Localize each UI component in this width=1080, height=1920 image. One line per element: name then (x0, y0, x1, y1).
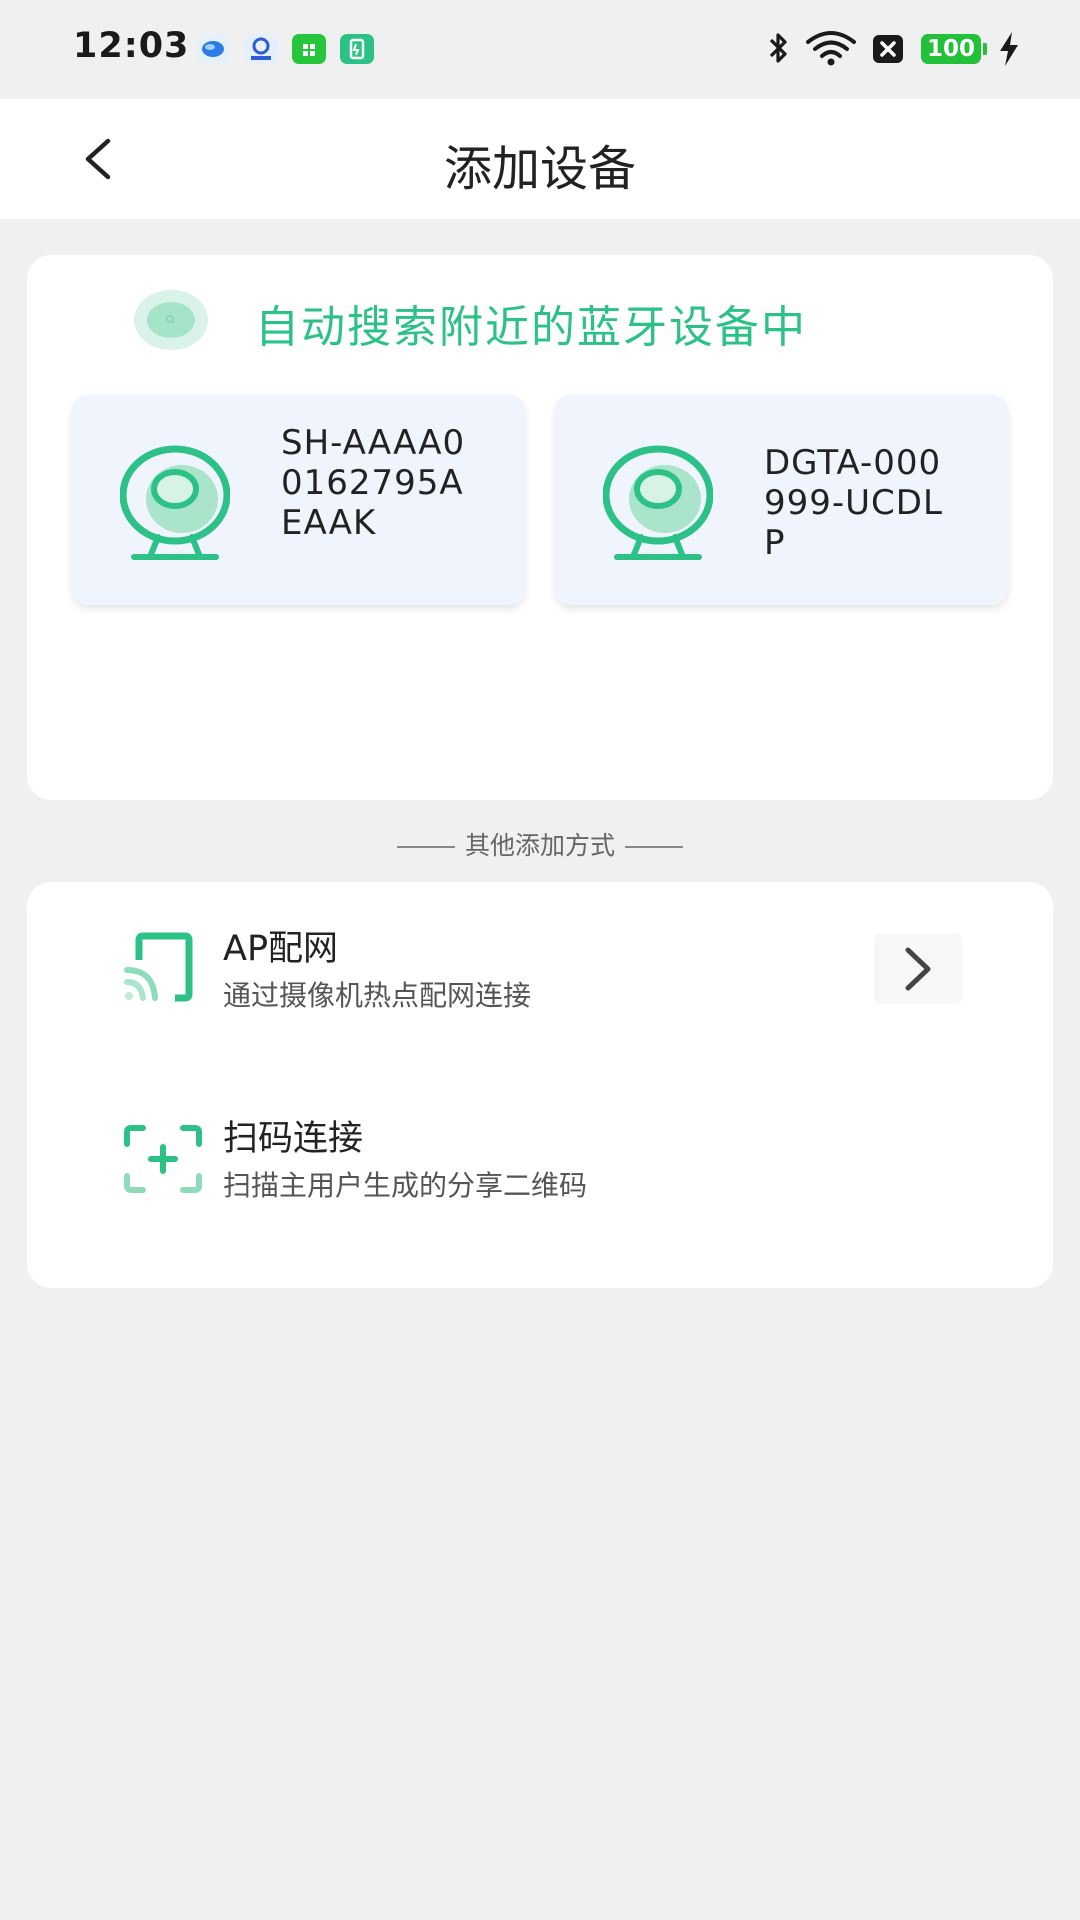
ap-config-arrow-button[interactable] (874, 934, 962, 1004)
radar-search-icon (133, 289, 209, 351)
camera-icon (120, 445, 230, 560)
wifi-icon (805, 30, 857, 70)
device-card[interactable]: SH-AAAA00162795AEAAK (72, 395, 525, 605)
searching-status-text: 自动搜索附近的蓝牙设备中 (255, 302, 807, 353)
camera-icon (603, 445, 713, 560)
charging-icon (997, 30, 1021, 72)
ap-config-option[interactable]: AP配网 通过摄像机热点配网连接 (27, 920, 1053, 1070)
method-subtitle: 扫描主用户生成的分享二维码 (223, 1169, 588, 1202)
battery-icon: 100 (921, 34, 987, 64)
other-methods-label: 其他添加方式 (464, 831, 615, 860)
battery-level: 100 (926, 36, 975, 62)
other-methods-divider: 其他添加方式 (0, 826, 1080, 862)
notification-app-icon-4 (340, 34, 374, 64)
device-card[interactable]: DGTA-000999-UCDLP (555, 395, 1008, 605)
chevron-right-icon (905, 947, 931, 991)
qr-scan-option[interactable]: 扫码连接 扫描主用户生成的分享二维码 (27, 1110, 1053, 1260)
notification-app-icon-3 (292, 34, 326, 64)
device-name: DGTA-000999-UCDLP (764, 443, 943, 563)
notification-app-icon-1 (196, 34, 230, 64)
page-title: 添加设备 (443, 141, 636, 197)
qr-scan-icon (124, 1125, 202, 1193)
method-title: 扫码连接 (223, 1119, 364, 1159)
add-methods-card: AP配网 通过摄像机热点配网连接 扫码连接 扫描主用户生成的分享二维码 (27, 882, 1053, 1288)
method-subtitle: 通过摄像机热点配网连接 (223, 979, 532, 1012)
divider-line (625, 846, 683, 848)
bluetooth-icon (763, 28, 793, 72)
close-box-icon (872, 34, 904, 68)
device-name: SH-AAAA00162795AEAAK (281, 423, 466, 543)
notification-app-icon-2 (244, 34, 278, 64)
divider-line (396, 846, 455, 848)
status-bar: 12:03 100 (0, 0, 1080, 99)
bluetooth-search-card: 自动搜索附近的蓝牙设备中 SH-AAAA00162795AEAAK DGTA-0… (27, 255, 1053, 800)
status-time: 12:03 (73, 26, 190, 66)
app-header: 添加设备 (0, 99, 1080, 219)
method-title: AP配网 (223, 929, 339, 969)
ap-cast-icon (124, 932, 193, 1002)
